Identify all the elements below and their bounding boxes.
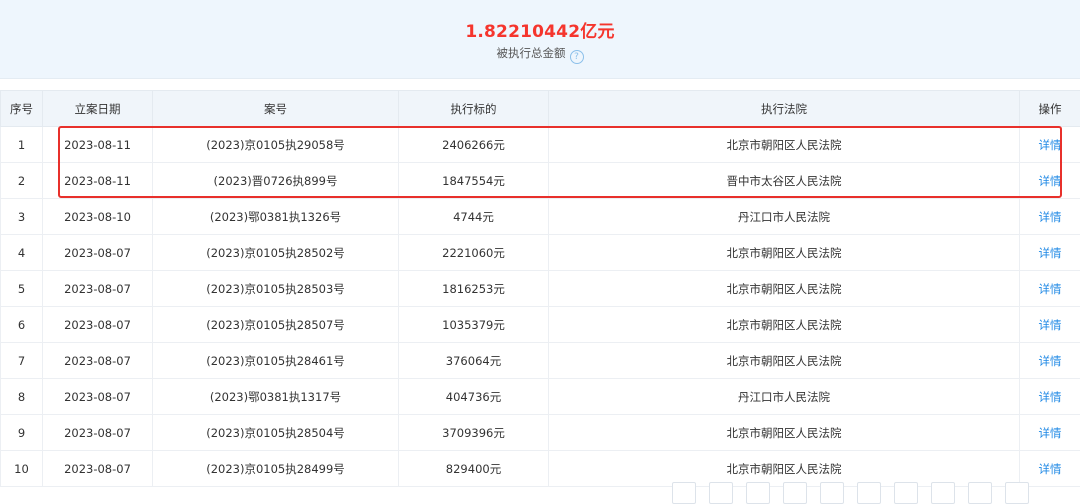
row-index: 1 [1, 127, 43, 163]
row-index: 3 [1, 199, 43, 235]
row-date: 2023-08-07 [43, 235, 153, 271]
summary-panel: 1.82210442亿元 被执行总金额? [0, 0, 1080, 79]
row-amount: 376064元 [399, 343, 549, 379]
page-button[interactable] [931, 482, 955, 504]
row-date: 2023-08-10 [43, 199, 153, 235]
detail-link[interactable]: 详情 [1020, 127, 1080, 163]
row-date: 2023-08-11 [43, 127, 153, 163]
table-row: 1 2023-08-11 (2023)京0105执29058号 2406266元… [1, 127, 1080, 163]
row-index: 4 [1, 235, 43, 271]
row-date: 2023-08-07 [43, 307, 153, 343]
page-button[interactable] [820, 482, 844, 504]
row-court: 北京市朝阳区人民法院 [549, 415, 1020, 451]
header-case-number: 案号 [153, 91, 399, 127]
row-case-number: (2023)京0105执28461号 [153, 343, 399, 379]
row-amount: 3709396元 [399, 415, 549, 451]
detail-link[interactable]: 详情 [1020, 307, 1080, 343]
row-case-number: (2023)京0105执28502号 [153, 235, 399, 271]
row-case-number: (2023)京0105执28499号 [153, 451, 399, 487]
row-case-number: (2023)京0105执29058号 [153, 127, 399, 163]
row-court: 北京市朝阳区人民法院 [549, 127, 1020, 163]
detail-link[interactable]: 详情 [1020, 415, 1080, 451]
row-case-number: (2023)晋0726执899号 [153, 163, 399, 199]
row-case-number: (2023)京0105执28503号 [153, 271, 399, 307]
row-date: 2023-08-07 [43, 343, 153, 379]
row-case-number: (2023)鄂0381执1326号 [153, 199, 399, 235]
table-row: 4 2023-08-07 (2023)京0105执28502号 2221060元… [1, 235, 1080, 271]
detail-link[interactable]: 详情 [1020, 235, 1080, 271]
row-date: 2023-08-11 [43, 163, 153, 199]
row-court: 晋中市太谷区人民法院 [549, 163, 1020, 199]
row-index: 10 [1, 451, 43, 487]
table-row: 9 2023-08-07 (2023)京0105执28504号 3709396元… [1, 415, 1080, 451]
page-button[interactable] [968, 482, 992, 504]
row-court: 北京市朝阳区人民法院 [549, 307, 1020, 343]
table-row: 6 2023-08-07 (2023)京0105执28507号 1035379元… [1, 307, 1080, 343]
table-row: 5 2023-08-07 (2023)京0105执28503号 1816253元… [1, 271, 1080, 307]
row-case-number: (2023)京0105执28504号 [153, 415, 399, 451]
row-case-number: (2023)鄂0381执1317号 [153, 379, 399, 415]
row-case-number: (2023)京0105执28507号 [153, 307, 399, 343]
detail-link[interactable]: 详情 [1020, 343, 1080, 379]
header-court: 执行法院 [549, 91, 1020, 127]
row-amount: 829400元 [399, 451, 549, 487]
header-enforcement-amount: 执行标的 [399, 91, 549, 127]
row-amount: 1847554元 [399, 163, 549, 199]
page-button[interactable] [709, 482, 733, 504]
row-court: 北京市朝阳区人民法院 [549, 235, 1020, 271]
row-date: 2023-08-07 [43, 379, 153, 415]
page-button[interactable] [894, 482, 918, 504]
table-row: 3 2023-08-10 (2023)鄂0381执1326号 4744元 丹江口… [1, 199, 1080, 235]
row-amount: 2406266元 [399, 127, 549, 163]
row-court: 北京市朝阳区人民法院 [549, 271, 1020, 307]
row-index: 2 [1, 163, 43, 199]
table-row: 2 2023-08-11 (2023)晋0726执899号 1847554元 晋… [1, 163, 1080, 199]
row-court: 丹江口市人民法院 [549, 379, 1020, 415]
row-amount: 1816253元 [399, 271, 549, 307]
row-court: 北京市朝阳区人民法院 [549, 343, 1020, 379]
row-amount: 2221060元 [399, 235, 549, 271]
row-index: 6 [1, 307, 43, 343]
total-label-row: 被执行总金额? [0, 45, 1080, 64]
page-button[interactable] [857, 482, 881, 504]
table-header-row: 序号 立案日期 案号 执行标的 执行法院 操作 [1, 91, 1080, 127]
row-index: 5 [1, 271, 43, 307]
header-action: 操作 [1020, 91, 1080, 127]
page-button[interactable] [1005, 482, 1029, 504]
row-date: 2023-08-07 [43, 451, 153, 487]
row-index: 7 [1, 343, 43, 379]
header-filing-date: 立案日期 [43, 91, 153, 127]
row-index: 8 [1, 379, 43, 415]
pagination [672, 482, 1029, 504]
row-index: 9 [1, 415, 43, 451]
total-amount: 1.82210442亿元 [0, 17, 1080, 42]
page-button[interactable] [672, 482, 696, 504]
row-amount: 404736元 [399, 379, 549, 415]
enforcement-table: 序号 立案日期 案号 执行标的 执行法院 操作 1 2023-08-11 (20… [0, 90, 1080, 487]
total-label: 被执行总金额 [497, 46, 566, 60]
detail-link[interactable]: 详情 [1020, 163, 1080, 199]
detail-link[interactable]: 详情 [1020, 379, 1080, 415]
row-court: 丹江口市人民法院 [549, 199, 1020, 235]
table-row: 7 2023-08-07 (2023)京0105执28461号 376064元 … [1, 343, 1080, 379]
header-index: 序号 [1, 91, 43, 127]
row-date: 2023-08-07 [43, 271, 153, 307]
help-icon[interactable]: ? [570, 50, 584, 64]
row-date: 2023-08-07 [43, 415, 153, 451]
row-amount: 1035379元 [399, 307, 549, 343]
row-amount: 4744元 [399, 199, 549, 235]
detail-link[interactable]: 详情 [1020, 271, 1080, 307]
page-button[interactable] [783, 482, 807, 504]
page-button[interactable] [746, 482, 770, 504]
detail-link[interactable]: 详情 [1020, 199, 1080, 235]
table-row: 8 2023-08-07 (2023)鄂0381执1317号 404736元 丹… [1, 379, 1080, 415]
